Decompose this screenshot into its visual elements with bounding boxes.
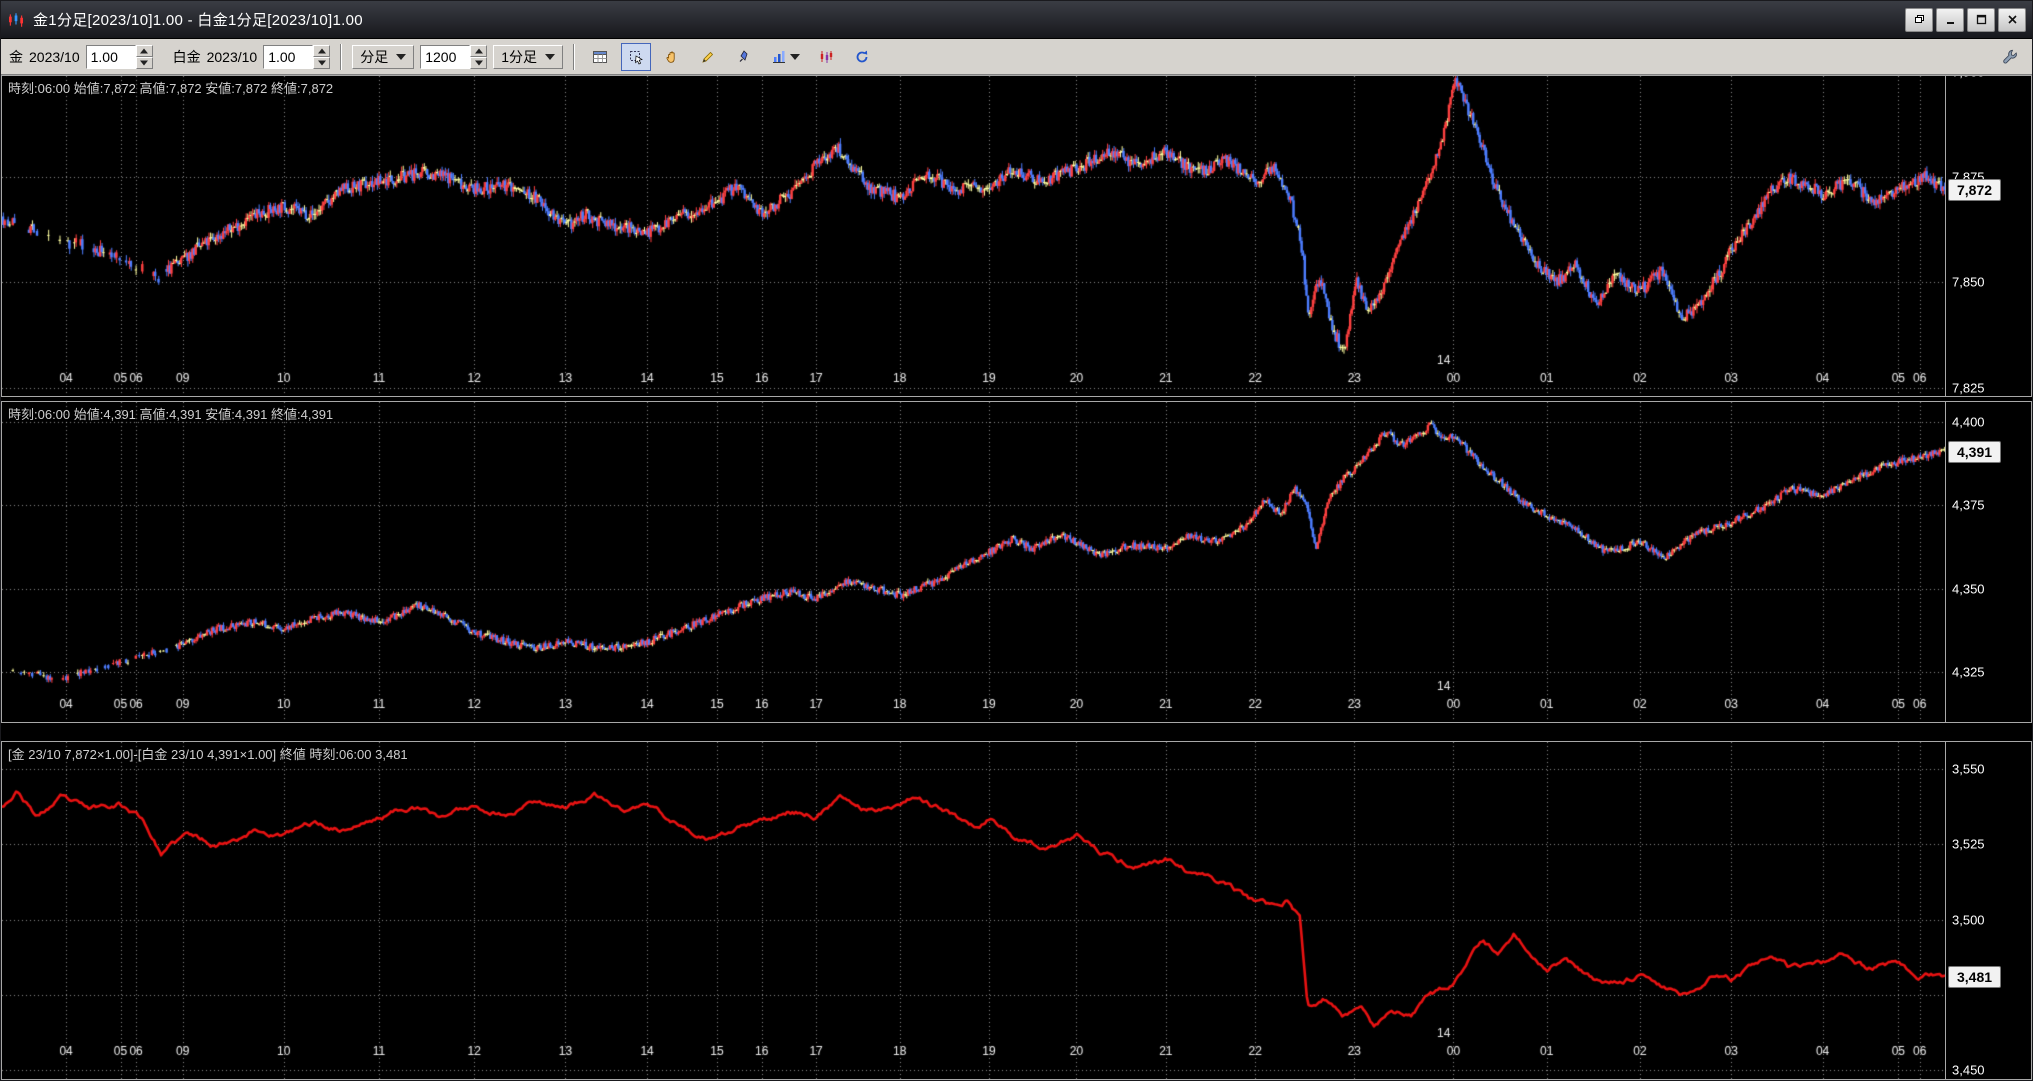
- window-controls: [1905, 7, 2026, 32]
- gold-label: 金: [9, 48, 23, 65]
- price-tick-label: 7,825: [1952, 380, 1985, 396]
- spread-chart-canvas[interactable]: [2, 742, 1945, 1079]
- candle-chart-icon: [820, 50, 833, 63]
- maximize-button[interactable]: [1967, 7, 1995, 32]
- chevron-down-icon: [789, 53, 800, 60]
- select-tool-icon: [630, 50, 643, 64]
- price-tick-label: 4,400: [1952, 414, 1985, 430]
- spread-chart-panel: [金 23/10 7,872×1.00]-[白金 23/10 4,391×1.0…: [1, 741, 2032, 1080]
- price-tick-label: 3,525: [1952, 836, 1985, 852]
- bar-count-input[interactable]: [420, 44, 471, 69]
- price-tick-label: 4,325: [1952, 664, 1985, 680]
- bar-type-dropdown[interactable]: 分足: [352, 44, 415, 69]
- app-icon: [7, 11, 25, 29]
- gold-multiplier-stepper: [85, 44, 153, 69]
- close-button[interactable]: [1998, 7, 2026, 32]
- platinum-multiplier-up-button[interactable]: [313, 44, 331, 57]
- platinum-chart-panel: 時刻:06:00 始値:4,391 高値:4,391 安値:4,391 終値:4…: [1, 401, 2032, 723]
- chevron-down-icon: [545, 53, 556, 60]
- float-window-button[interactable]: [1905, 7, 1933, 32]
- gold-multiplier-input[interactable]: [85, 44, 136, 69]
- window-title: 金1分足[2023/10]1.00 - 白金1分足[2023/10]1.00: [33, 12, 363, 29]
- settings-button[interactable]: [1994, 43, 2024, 71]
- chart-type-button[interactable]: [765, 43, 805, 71]
- panel-divider[interactable]: [1, 723, 2032, 741]
- platinum-label: 白金: [172, 48, 201, 65]
- reload-icon: [856, 50, 868, 62]
- platinum-month-label: 2023/10: [206, 48, 258, 65]
- bar-count-up-button[interactable]: [470, 44, 488, 57]
- spread-price-axis: 3,550 3,525 3,500 3,450 3,481: [1945, 742, 2031, 1079]
- gold-price-axis: 7,9007,8757,8507,8257,872: [1945, 76, 2031, 396]
- pencil-draw-button[interactable]: [693, 43, 723, 71]
- pen-draw-button[interactable]: [729, 43, 759, 71]
- interval-dropdown[interactable]: 1分足: [493, 44, 564, 69]
- charts-area: 時刻:06:00 始値:7,872 高値:7,872 安値:7,872 終値:7…: [1, 75, 2032, 1080]
- title-bar: 金1分足[2023/10]1.00 - 白金1分足[2023/10]1.00: [1, 1, 2032, 39]
- platinum-multiplier-input[interactable]: [263, 44, 314, 69]
- platinum-multiplier-down-button[interactable]: [313, 56, 331, 69]
- price-tick-label: 3,450: [1952, 1062, 1985, 1078]
- price-tick-label: 4,375: [1952, 497, 1985, 513]
- toolbar-separator: [573, 43, 576, 70]
- last-price-badge: 7,872: [1948, 178, 2002, 201]
- platinum-price-axis: 4,400 4,375 4,350 4,325 4,391: [1945, 402, 2031, 722]
- select-tool-button[interactable]: [621, 42, 652, 71]
- pan-tool-button[interactable]: [657, 43, 687, 71]
- pen-draw-icon: [739, 49, 748, 62]
- price-tick-label: 3,550: [1952, 761, 1985, 777]
- pan-hand-icon: [666, 51, 675, 63]
- toolbar: 金 2023/10 白金 2023/10 分足 1分足: [1, 39, 2032, 75]
- bar-count-down-button[interactable]: [470, 56, 488, 69]
- platinum-chart-plot[interactable]: 時刻:06:00 始値:4,391 高値:4,391 安値:4,391 終値:4…: [2, 402, 1945, 722]
- pencil-draw-icon: [702, 51, 714, 63]
- gold-chart-canvas[interactable]: [2, 76, 1945, 396]
- reload-button[interactable]: [847, 43, 877, 71]
- gold-month-label: 2023/10: [29, 48, 80, 65]
- price-tick-label: 7,900: [1952, 76, 1985, 79]
- spread-chart-plot[interactable]: [金 23/10 7,872×1.00]-[白金 23/10 4,391×1.0…: [2, 742, 1945, 1079]
- interval-label: 1分足: [501, 48, 538, 65]
- wrench-icon: [2002, 49, 2017, 64]
- gold-multiplier-down-button[interactable]: [135, 56, 153, 69]
- bar-type-label: 分足: [360, 48, 389, 65]
- last-price-badge: 3,481: [1948, 965, 2002, 988]
- app-window: 金1分足[2023/10]1.00 - 白金1分足[2023/10]1.00 金…: [0, 0, 2033, 1081]
- price-tick-label: 3,500: [1952, 912, 1985, 928]
- bar-count-stepper: [420, 44, 488, 69]
- candle-chart-button[interactable]: [811, 43, 841, 71]
- chevron-down-icon: [396, 53, 407, 60]
- last-price-badge: 4,391: [1948, 441, 2002, 463]
- gold-multiplier-up-button[interactable]: [135, 44, 153, 57]
- price-tick-label: 4,350: [1952, 581, 1985, 597]
- table-view-button[interactable]: [585, 43, 615, 71]
- minimize-button[interactable]: [1936, 7, 1964, 32]
- gold-chart-panel: 時刻:06:00 始値:7,872 高値:7,872 安値:7,872 終値:7…: [1, 75, 2032, 397]
- toolbar-separator: [340, 43, 343, 70]
- bar-chart-icon: [772, 50, 785, 63]
- gold-chart-plot[interactable]: 時刻:06:00 始値:7,872 高値:7,872 安値:7,872 終値:7…: [2, 76, 1945, 396]
- table-icon: [593, 50, 608, 63]
- platinum-chart-canvas[interactable]: [2, 402, 1945, 722]
- platinum-multiplier-stepper: [263, 44, 331, 69]
- price-tick-label: 7,850: [1952, 274, 1985, 290]
